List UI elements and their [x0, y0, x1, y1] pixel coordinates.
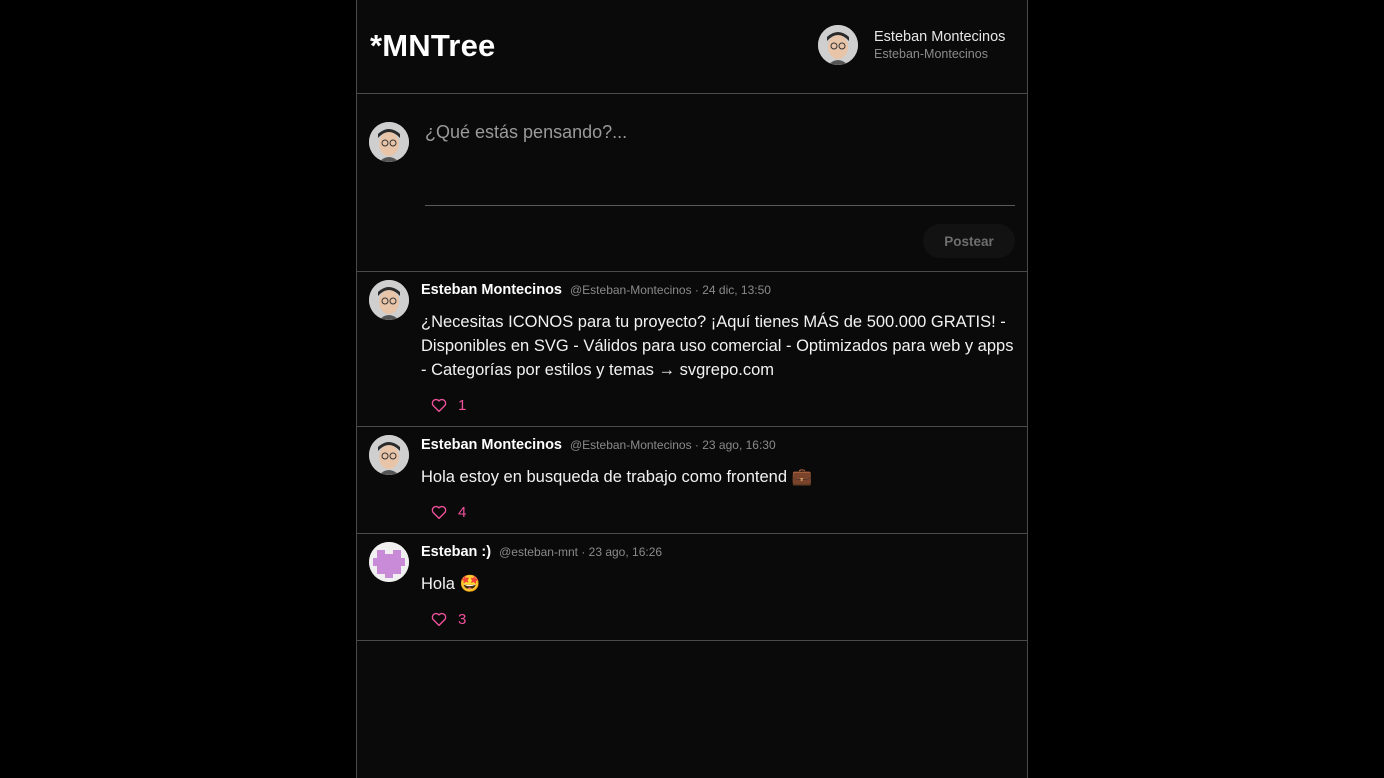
post-author-avatar[interactable]: [369, 435, 409, 475]
post-input[interactable]: [425, 122, 1015, 206]
post-author-name[interactable]: Esteban Montecinos: [421, 282, 562, 298]
post-meta: @Esteban-Montecinos · 24 dic, 13:50: [570, 283, 771, 297]
heart-icon: [431, 398, 447, 413]
app-title[interactable]: *MNTree: [370, 28, 495, 64]
post-body: Hola estoy en busqueda de trabajo como f…: [421, 468, 813, 486]
current-user-chip[interactable]: Esteban Montecinos Esteban-Montecinos: [818, 25, 1005, 65]
heart-icon: [431, 505, 447, 520]
post-button[interactable]: Postear: [923, 224, 1015, 258]
like-button[interactable]: 4: [430, 503, 466, 521]
post-body: ¿Necesitas ICONOS para tu proyecto? ¡Aqu…: [421, 313, 1014, 379]
current-user-handle: Esteban-Montecinos: [874, 46, 988, 61]
like-count: 3: [458, 610, 467, 628]
post-author-avatar[interactable]: [369, 542, 409, 582]
like-button[interactable]: 3: [430, 610, 466, 628]
like-count: 4: [458, 503, 467, 521]
current-user-name: Esteban Montecinos: [874, 28, 1006, 45]
like-button[interactable]: 1: [430, 396, 466, 414]
post-meta: @Esteban-Montecinos · 23 ago, 16:30: [570, 438, 776, 452]
post-author-avatar[interactable]: [369, 280, 409, 320]
post-item: Esteban :) @esteban-mnt · 23 ago, 16:26 …: [357, 534, 1027, 641]
post-composer: Postear: [357, 94, 1027, 272]
post-item: Esteban Montecinos @Esteban-Montecinos ·…: [357, 272, 1027, 427]
post-author-name[interactable]: Esteban :): [421, 544, 491, 560]
top-header: *MNTree Esteban Montecinos Esteban-Monte…: [357, 0, 1027, 94]
post-body: Hola 🤩: [421, 575, 481, 593]
post-meta: @esteban-mnt · 23 ago, 16:26: [499, 545, 663, 559]
post-author-name[interactable]: Esteban Montecinos: [421, 437, 562, 453]
main-column: *MNTree Esteban Montecinos Esteban-Monte…: [356, 0, 1028, 778]
post-item: Esteban Montecinos @Esteban-Montecinos ·…: [357, 427, 1027, 534]
composer-avatar: [369, 122, 409, 162]
current-user-avatar[interactable]: [818, 25, 858, 65]
heart-icon: [431, 612, 447, 627]
post-feed: Esteban Montecinos @Esteban-Montecinos ·…: [357, 272, 1027, 641]
like-count: 1: [458, 396, 467, 414]
